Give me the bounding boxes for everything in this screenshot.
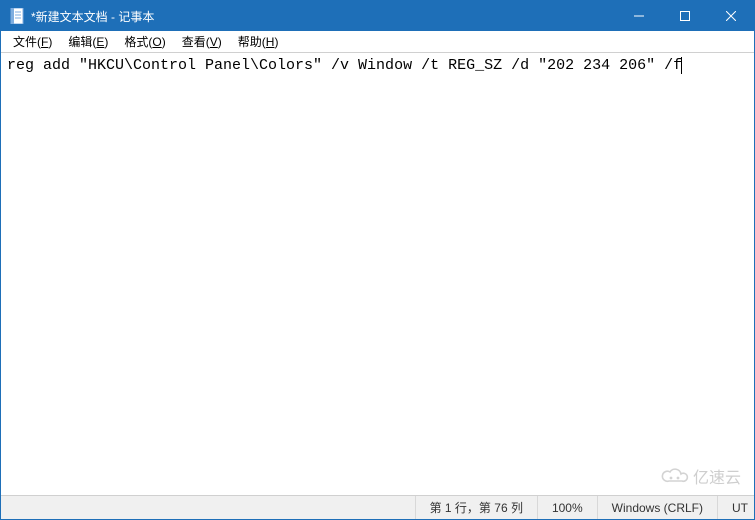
menu-edit-accel: E	[96, 35, 104, 49]
menu-format-label: 格式	[124, 35, 148, 49]
menu-view-accel: V	[210, 35, 218, 49]
menu-format-accel: O	[152, 35, 161, 49]
minimize-button[interactable]	[616, 1, 662, 31]
menubar: 文件(F) 编辑(E) 格式(O) 查看(V) 帮助(H)	[1, 31, 754, 53]
menu-help-accel: H	[266, 35, 275, 49]
editor-content: reg add "HKCU\Control Panel\Colors" /v W…	[7, 57, 682, 74]
window-title: *新建文本文档 - 记事本	[31, 8, 154, 25]
status-position: 第 1 行，第 76 列	[416, 496, 538, 519]
menu-view-label: 查看	[182, 35, 206, 49]
titlebar[interactable]: *新建文本文档 - 记事本	[1, 1, 754, 31]
text-caret	[681, 57, 682, 74]
notepad-window: *新建文本文档 - 记事本 文件(F) 编辑(E) 格式(O) 查看(V) 帮助…	[0, 0, 755, 520]
close-icon	[726, 11, 736, 21]
close-button[interactable]	[708, 1, 754, 31]
menu-edit-label: 编辑	[68, 35, 92, 49]
menu-file-accel: F	[41, 35, 48, 49]
menu-file-label: 文件	[13, 35, 37, 49]
status-zoom: 100%	[538, 496, 598, 519]
status-spacer	[1, 496, 416, 519]
notepad-icon	[9, 8, 25, 24]
status-line-ending: Windows (CRLF)	[598, 496, 718, 519]
menu-help-label: 帮助	[238, 35, 262, 49]
menu-file[interactable]: 文件(F)	[5, 31, 60, 52]
menu-edit[interactable]: 编辑(E)	[60, 31, 116, 52]
maximize-icon	[680, 11, 690, 21]
menu-help[interactable]: 帮助(H)	[230, 31, 287, 52]
maximize-button[interactable]	[662, 1, 708, 31]
status-encoding: UT	[718, 496, 754, 519]
minimize-icon	[634, 11, 644, 21]
menu-format[interactable]: 格式(O)	[116, 31, 173, 52]
menu-view[interactable]: 查看(V)	[174, 31, 230, 52]
statusbar: 第 1 行，第 76 列 100% Windows (CRLF) UT	[1, 495, 754, 519]
text-editor-area[interactable]: reg add "HKCU\Control Panel\Colors" /v W…	[1, 53, 754, 495]
